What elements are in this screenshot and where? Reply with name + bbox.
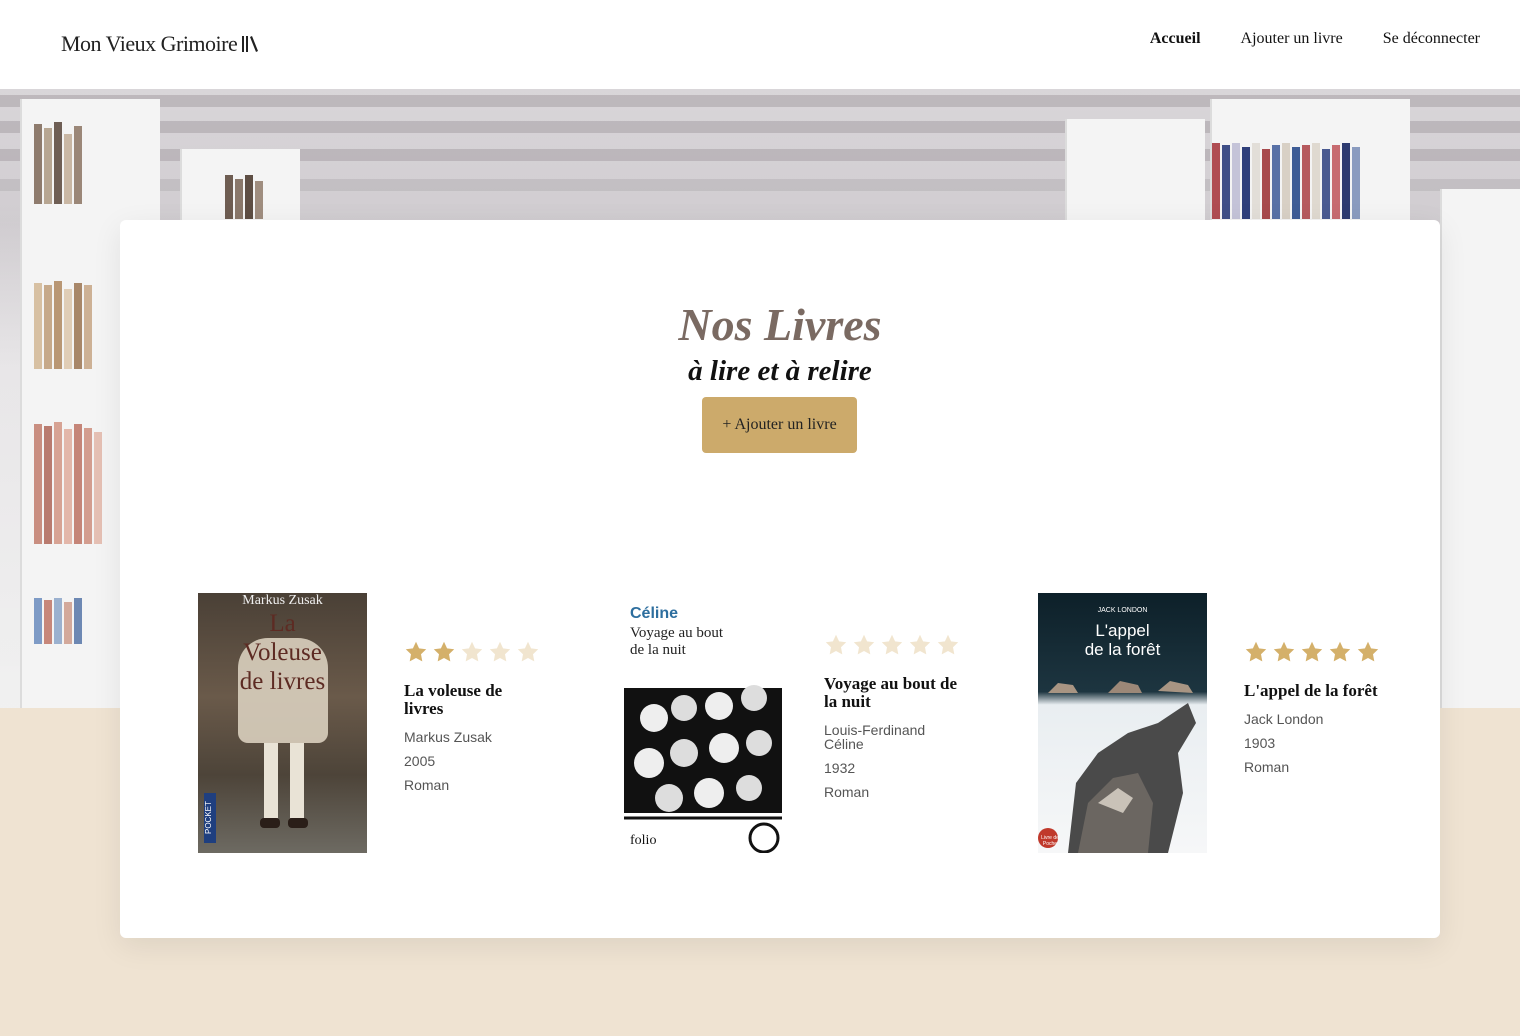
- star-empty-icon: [461, 641, 483, 662]
- book-author: Louis-Ferdinand Céline: [824, 722, 926, 752]
- cover-illustration: [624, 668, 782, 853]
- book-cover[interactable]: JACK LONDON L'appel de la forêt Livre de…: [1038, 593, 1207, 853]
- brand-logo[interactable]: Mon Vieux Grimoire: [61, 31, 259, 57]
- cover-publisher: POCKET: [204, 793, 216, 843]
- cover-author: Markus Zusak: [242, 593, 323, 608]
- nav-link-deconnexion[interactable]: Se déconnecter: [1383, 30, 1480, 48]
- cover-title-line: Voyage au bout: [630, 625, 724, 641]
- cover-title-line: Voleuse: [243, 639, 322, 666]
- star-empty-icon: [825, 634, 847, 655]
- star-filled-icon: [1357, 641, 1379, 662]
- star-empty-icon: [937, 634, 959, 655]
- rating-stars: [1244, 640, 1384, 664]
- cover-author: Céline: [630, 605, 679, 622]
- cover-illustration: [1038, 681, 1196, 853]
- page-subtitle: à lire et à relire: [688, 355, 872, 387]
- book-title[interactable]: L'appel de la forêt: [1244, 682, 1384, 700]
- book-card[interactable]: JACK LONDON L'appel de la forêt Livre de…: [1038, 593, 1384, 853]
- book-info: Voyage au bout de la nuit Louis-Ferdinan…: [824, 593, 964, 853]
- book-card[interactable]: Céline Voyage au bout de la nuit folio V…: [618, 593, 964, 853]
- cover-publisher: Livre de Poche: [1041, 835, 1059, 847]
- book-year: 2005: [404, 753, 436, 769]
- cover-title-line: de livres: [239, 668, 326, 695]
- books-icon: [242, 36, 259, 52]
- book-author: Markus Zusak: [404, 729, 492, 745]
- star-filled-icon: [405, 641, 427, 662]
- star-empty-icon: [517, 641, 539, 662]
- book-info: L'appel de la forêt Jack London 1903 Rom…: [1244, 593, 1384, 853]
- book-cover[interactable]: Markus Zusak La Voleuse de livres POCKET: [198, 593, 367, 853]
- book-year: 1932: [824, 760, 856, 776]
- star-filled-icon: [1301, 641, 1323, 662]
- book-title[interactable]: La voleuse de livres: [404, 682, 544, 718]
- book-cover[interactable]: Céline Voyage au bout de la nuit folio: [618, 593, 787, 853]
- star-empty-icon: [881, 634, 903, 655]
- book-info: La voleuse de livres Markus Zusak 2005 R…: [404, 593, 544, 853]
- book-genre: Roman: [404, 777, 450, 793]
- cover-author: JACK LONDON: [1097, 607, 1148, 614]
- star-empty-icon: [909, 634, 931, 655]
- cover-title-line: La: [269, 610, 296, 637]
- star-empty-icon: [489, 641, 511, 662]
- cover-title-line: de la nuit: [630, 642, 686, 658]
- star-filled-icon: [1329, 641, 1351, 662]
- book-card[interactable]: Markus Zusak La Voleuse de livres POCKET…: [198, 593, 544, 853]
- book-year: 1903: [1244, 735, 1276, 751]
- cover-publisher: folio: [630, 833, 657, 848]
- star-filled-icon: [1273, 641, 1295, 662]
- rating-stars: [824, 633, 964, 657]
- site-header: Mon Vieux Grimoire Accueil Ajouter un li…: [0, 0, 1520, 89]
- nav-link-accueil[interactable]: Accueil: [1150, 30, 1201, 48]
- star-filled-icon: [1245, 641, 1267, 662]
- cover-title-line: de la forêt: [1084, 640, 1161, 659]
- main-nav: Accueil Ajouter un livre Se déconnecter: [1150, 30, 1480, 48]
- rating-stars: [404, 640, 544, 664]
- book-title[interactable]: Voyage au bout de la nuit: [824, 675, 964, 711]
- books-card: Nos Livres à lire et à relire + Ajouter …: [120, 220, 1440, 938]
- cover-title-line: L'appel: [1095, 621, 1150, 640]
- book-genre: Roman: [1244, 759, 1290, 775]
- book-author: Jack London: [1244, 711, 1324, 727]
- brand-name: Mon Vieux Grimoire: [61, 31, 238, 56]
- star-filled-icon: [433, 641, 455, 662]
- page-title: Nos Livres: [678, 299, 882, 350]
- add-book-button[interactable]: + Ajouter un livre: [702, 397, 857, 453]
- star-empty-icon: [853, 634, 875, 655]
- book-genre: Roman: [824, 784, 870, 800]
- nav-link-ajouter-livre[interactable]: Ajouter un livre: [1241, 30, 1343, 48]
